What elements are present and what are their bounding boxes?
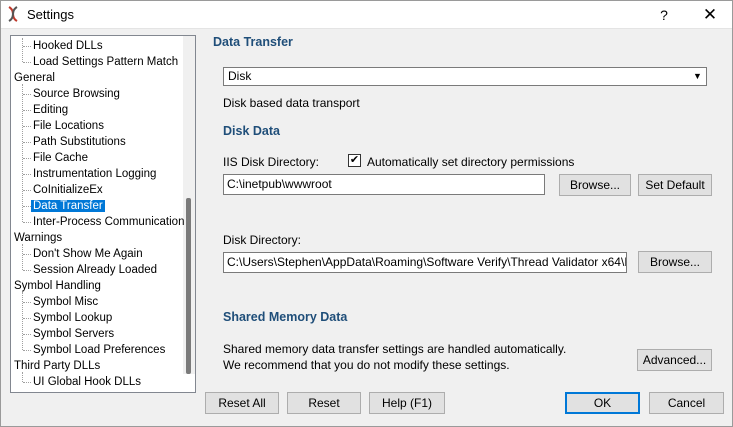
tree-connector: [23, 222, 31, 223]
iis-browse-button[interactable]: Browse...: [559, 174, 631, 196]
disk-browse-button[interactable]: Browse...: [638, 251, 712, 273]
tree-connector: [22, 292, 23, 350]
tree-item-label: Load Settings Pattern Match: [33, 56, 179, 68]
tree-item-label: Don't Show Me Again: [33, 248, 143, 260]
cancel-button[interactable]: Cancel: [649, 392, 724, 414]
tree-item-inter-process-communication[interactable]: Inter-Process Communication: [33, 214, 184, 230]
tree-item-label: Symbol Servers: [33, 328, 115, 340]
tree-item-label: Symbol Load Preferences: [33, 344, 166, 356]
close-icon[interactable]: ✕: [687, 1, 733, 29]
shared-memory-info-1: Shared memory data transfer settings are…: [223, 342, 567, 356]
advanced-button[interactable]: Advanced...: [637, 349, 712, 371]
tree-item-path-substitutions[interactable]: Path Substitutions: [33, 134, 126, 150]
tree-connector: [23, 382, 31, 383]
page-title: Data Transfer: [213, 35, 293, 49]
tree-item-symbol-handling[interactable]: Symbol Handling: [14, 278, 101, 294]
tree-item-data-transfer[interactable]: Data Transfer: [31, 198, 105, 214]
tree-item-label: Data Transfer: [31, 200, 105, 212]
tree-item-label: Path Substitutions: [33, 136, 126, 148]
tree-item-general[interactable]: General: [14, 70, 55, 86]
tree-connector: [23, 206, 31, 207]
tree-item-source-browsing[interactable]: Source Browsing: [33, 86, 120, 102]
disk-directory-label: Disk Directory:: [223, 233, 302, 247]
shared-memory-heading: Shared Memory Data: [223, 310, 348, 324]
tree-item-symbol-load-preferences[interactable]: Symbol Load Preferences: [33, 342, 165, 358]
tree-item-session-already-loaded[interactable]: Session Already Loaded: [33, 262, 157, 278]
tree-item-symbol-misc[interactable]: Symbol Misc: [33, 294, 98, 310]
chevron-down-icon[interactable]: ▼: [689, 68, 706, 85]
tree-item-label: General: [14, 72, 55, 84]
reset-all-button[interactable]: Reset All: [205, 392, 279, 414]
tree-connector: [23, 190, 31, 191]
iis-directory-label: IIS Disk Directory:: [223, 155, 320, 169]
tree-item-symbol-servers[interactable]: Symbol Servers: [33, 326, 114, 342]
tree-connector: [23, 254, 31, 255]
tree-item-label: Symbol Misc: [33, 296, 99, 308]
tree-connector: [23, 318, 31, 319]
tree-connector: [22, 38, 23, 62]
tree-item-ui-global-hook-dlls[interactable]: UI Global Hook DLLs: [33, 374, 141, 390]
tree-item-label: Session Already Loaded: [33, 264, 158, 276]
tree-item-label: File Cache: [33, 152, 88, 164]
tree-connector: [23, 334, 31, 335]
tree-item-label: Hooked DLLs: [33, 40, 103, 52]
tree-connector: [23, 62, 31, 63]
tree-connector: [23, 302, 31, 303]
tree-item-label: UI Global Hook DLLs: [33, 376, 142, 388]
app-logo-icon: [8, 6, 18, 22]
transport-select-value: Disk: [228, 69, 252, 83]
tree-item-load-settings-pattern-match[interactable]: Load Settings Pattern Match: [33, 54, 178, 70]
auto-permissions-checkbox[interactable]: ✔: [348, 154, 361, 167]
tree-item-label: Warnings: [14, 232, 63, 244]
help-f1-button[interactable]: Help (F1): [369, 392, 445, 414]
tree-item-label: CoInitializeEx: [33, 184, 103, 196]
tree-item-label: Third Party DLLs: [14, 360, 101, 372]
tree-vertical-scrollbar[interactable]: [183, 36, 195, 374]
tree-connector: [23, 126, 31, 127]
tree-vertical-scroll-thumb[interactable]: [186, 198, 191, 374]
tree-connector: [23, 110, 31, 111]
tree-connector: [23, 270, 31, 271]
tree-item-label: Source Browsing: [33, 88, 120, 100]
auto-permissions-label[interactable]: Automatically set directory permissions: [367, 155, 574, 169]
help-button[interactable]: ?: [641, 1, 687, 29]
tree-connector: [22, 244, 23, 270]
tree-connector: [22, 372, 23, 382]
tree-item-editing[interactable]: Editing: [33, 102, 68, 118]
shared-memory-info-2: We recommend that you do not modify thes…: [223, 358, 510, 372]
tree-item-label: Editing: [33, 104, 69, 116]
settings-dialog: Settings ? ✕ Hooked DLLs Load Settings Pa…: [0, 0, 733, 427]
tree-item-instrumentation-logging[interactable]: Instrumentation Logging: [33, 166, 156, 182]
tree-item-symbol-lookup[interactable]: Symbol Lookup: [33, 310, 112, 326]
iis-directory-input[interactable]: C:\inetpub\wwwroot: [223, 174, 545, 195]
tree-item-label: Inter-Process Communication: [33, 216, 185, 228]
tree-item-coinitializeex[interactable]: CoInitializeEx: [33, 182, 103, 198]
tree-item-third-party-dlls[interactable]: Third Party DLLs: [14, 358, 100, 374]
tree-item-don-t-show-me-again[interactable]: Don't Show Me Again: [33, 246, 143, 262]
transport-description: Disk based data transport: [223, 96, 360, 110]
ok-button[interactable]: OK: [565, 392, 640, 414]
transport-select[interactable]: Disk ▼: [223, 67, 707, 86]
title-bar[interactable]: Settings ? ✕: [1, 1, 732, 29]
set-default-button[interactable]: Set Default: [638, 174, 712, 196]
tree-connector: [23, 350, 31, 351]
tree-connector: [23, 94, 31, 95]
tree-item-hooked-dlls[interactable]: Hooked DLLs: [33, 38, 103, 54]
tree-item-file-locations[interactable]: File Locations: [33, 118, 104, 134]
tree-connector: [22, 84, 23, 222]
disk-data-heading: Disk Data: [223, 124, 280, 138]
tree-item-label: Symbol Lookup: [33, 312, 113, 324]
tree-connector: [23, 174, 31, 175]
tree-item-file-cache[interactable]: File Cache: [33, 150, 88, 166]
disk-directory-input[interactable]: C:\Users\Stephen\AppData\Roaming\Softwar…: [223, 252, 627, 273]
tree-item-label: File Locations: [33, 120, 104, 132]
tree-connector: [23, 142, 31, 143]
window-title: Settings: [27, 7, 74, 22]
tree-connector: [23, 158, 31, 159]
tree-item-label: Symbol Handling: [14, 280, 101, 292]
tree-item-label: Instrumentation Logging: [33, 168, 157, 180]
reset-button[interactable]: Reset: [287, 392, 361, 414]
settings-tree[interactable]: Hooked DLLs Load Settings Pattern Match Ge…: [10, 35, 196, 393]
tree-connector: [23, 46, 31, 47]
